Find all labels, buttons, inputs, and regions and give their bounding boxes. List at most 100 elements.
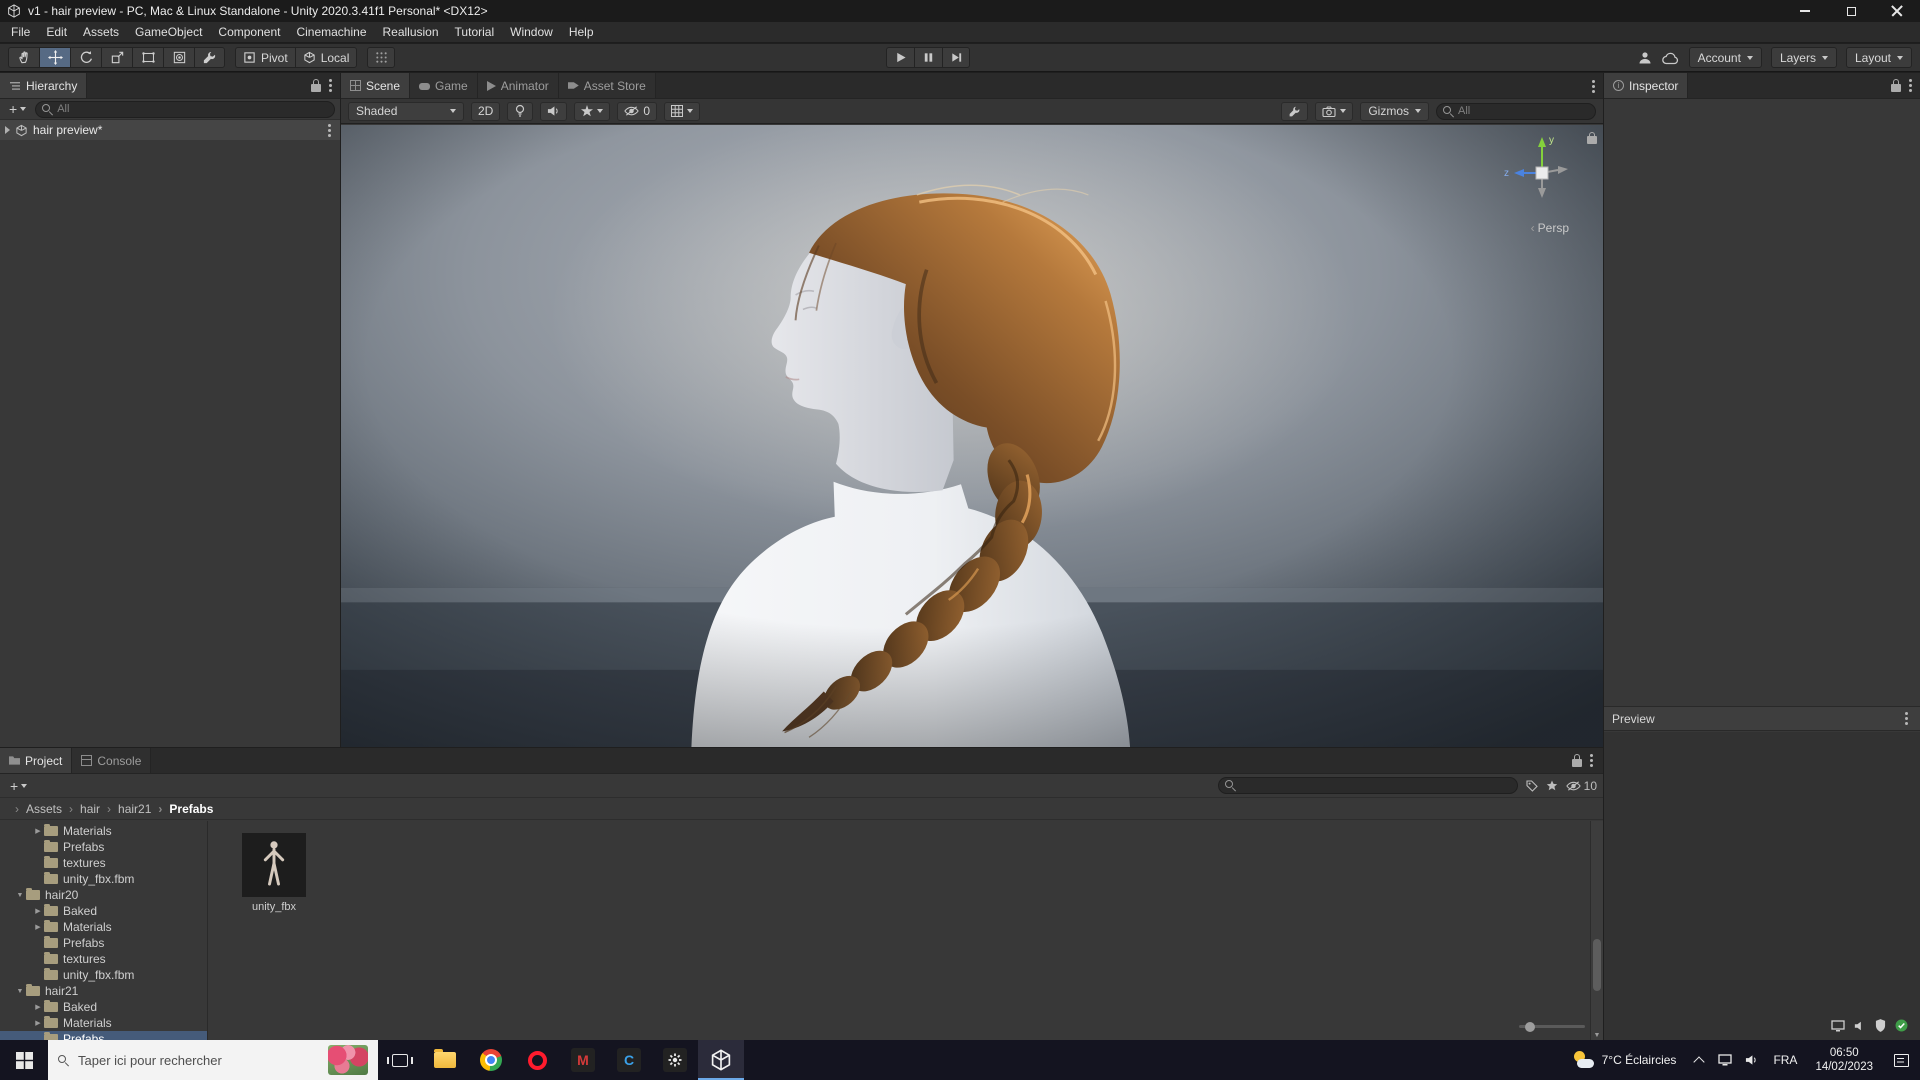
custom-tool-button[interactable] xyxy=(194,47,225,68)
taskbar-app-chrome[interactable] xyxy=(468,1040,514,1080)
menu-item[interactable]: Reallusion xyxy=(375,23,447,41)
tab-hierarchy[interactable]: Hierarchy xyxy=(0,73,88,98)
shield-tray-icon[interactable] xyxy=(1875,1019,1886,1032)
scene-3d-render[interactable] xyxy=(341,125,1603,747)
check-circle-tray-icon[interactable] xyxy=(1895,1019,1908,1032)
hidden-assets-counter[interactable]: 10 xyxy=(1565,779,1597,793)
volume-tray-button[interactable] xyxy=(1738,1040,1764,1080)
breadcrumb-item[interactable]: Prefabs xyxy=(151,802,213,816)
gizmos-dropdown[interactable]: Gizmos xyxy=(1360,101,1429,121)
preview-header[interactable]: Preview xyxy=(1604,706,1920,731)
foldout-arrow[interactable] xyxy=(32,907,44,915)
menu-item[interactable]: Cinemachine xyxy=(288,23,374,41)
view-tab[interactable]: Scene xyxy=(341,73,411,98)
inspector-menu-button[interactable] xyxy=(1905,78,1916,93)
menu-item[interactable]: Edit xyxy=(38,23,75,41)
search-highlight-image[interactable] xyxy=(328,1045,368,1075)
maximize-button[interactable] xyxy=(1828,0,1874,22)
project-tree-item[interactable]: Prefabs xyxy=(0,839,207,855)
project-search-input[interactable] xyxy=(1239,779,1511,792)
taskbar-app-unity-editor[interactable] xyxy=(698,1040,744,1080)
project-tree-item[interactable]: Prefabs xyxy=(0,935,207,951)
layout-dropdown[interactable]: Layout xyxy=(1845,47,1912,68)
scene-viewport[interactable]: y z Persp xyxy=(341,125,1603,747)
project-tree-item[interactable]: Materials xyxy=(0,1015,207,1031)
foldout-arrow[interactable] xyxy=(32,923,44,931)
monitor-tray-icon[interactable] xyxy=(1831,1019,1845,1032)
account-dropdown[interactable]: Account xyxy=(1688,47,1762,68)
view-tab[interactable]: Game xyxy=(410,73,478,98)
projection-toggle[interactable]: Persp xyxy=(1531,221,1569,235)
show-hidden-icons-button[interactable] xyxy=(1686,1040,1712,1080)
foldout-arrow[interactable] xyxy=(32,1019,44,1027)
network-tray-button[interactable] xyxy=(1712,1040,1738,1080)
grid-visibility-dropdown[interactable] xyxy=(664,101,701,121)
close-button[interactable] xyxy=(1874,0,1920,22)
asset-thumbnail[interactable] xyxy=(242,833,306,897)
project-tree-item[interactable]: unity_fbx.fbm xyxy=(0,967,207,983)
menu-item[interactable]: Window xyxy=(502,23,561,41)
hierarchy-search[interactable] xyxy=(35,100,335,118)
action-center-button[interactable] xyxy=(1882,1040,1920,1080)
taskbar-app-opera[interactable] xyxy=(514,1040,560,1080)
audio-toggle[interactable] xyxy=(540,101,568,121)
task-view-button[interactable] xyxy=(378,1040,422,1080)
minimize-button[interactable] xyxy=(1782,0,1828,22)
hidden-objects-toggle[interactable]: 0 xyxy=(617,101,658,121)
scene-search[interactable] xyxy=(1436,102,1596,120)
panel-menu-button[interactable] xyxy=(325,78,336,93)
foldout-arrow[interactable] xyxy=(14,988,26,995)
taskbar-clock[interactable]: 06:50 14/02/2023 xyxy=(1806,1040,1882,1080)
project-tree-item[interactable]: Materials xyxy=(0,823,207,839)
view-tab[interactable]: Console xyxy=(72,748,152,773)
orientation-gizmo[interactable]: y z xyxy=(1497,129,1587,225)
hierarchy-create-button[interactable] xyxy=(5,101,30,117)
grid-snap-button[interactable] xyxy=(367,47,396,68)
favorites-button[interactable] xyxy=(1546,780,1558,792)
project-tree-item[interactable]: textures xyxy=(0,951,207,967)
menu-item[interactable]: Component xyxy=(210,23,288,41)
rect-tool-button[interactable] xyxy=(132,47,163,68)
foldout-arrow[interactable] xyxy=(32,1003,44,1011)
transform-tool-button[interactable] xyxy=(163,47,194,68)
taskbar-app-explorer[interactable] xyxy=(422,1040,468,1080)
preview-menu-button[interactable] xyxy=(1901,711,1912,726)
taskbar-search[interactable] xyxy=(48,1040,378,1080)
scene-panel-menu[interactable] xyxy=(1588,79,1599,94)
rotate-tool-button[interactable] xyxy=(70,47,101,68)
view-tab[interactable]: Animator xyxy=(477,73,559,98)
layers-dropdown[interactable]: Layers xyxy=(1770,47,1837,68)
scene-tools-button[interactable] xyxy=(1281,101,1309,121)
draw-mode-dropdown[interactable]: Shaded xyxy=(348,101,464,121)
move-tool-button[interactable] xyxy=(39,47,70,68)
weather-widget[interactable]: 7°C Éclaircies xyxy=(1563,1040,1687,1080)
scene-search-input[interactable] xyxy=(1458,105,1589,117)
project-tree-item[interactable]: Prefabs xyxy=(0,1031,207,1040)
project-search[interactable] xyxy=(1217,777,1518,794)
slider-thumb[interactable] xyxy=(1525,1021,1535,1032)
taskbar-app-unity-hub[interactable] xyxy=(652,1040,698,1080)
inspector-lock-icon[interactable] xyxy=(1891,79,1901,92)
project-tree-item[interactable]: unity_fbx.fbm xyxy=(0,871,207,887)
project-menu-button[interactable] xyxy=(1586,753,1597,768)
keyboard-language[interactable]: FRA xyxy=(1764,1040,1806,1080)
asset-item[interactable]: unity_fbx xyxy=(232,833,316,913)
pause-button[interactable] xyxy=(914,47,942,68)
tab-inspector[interactable]: Inspector xyxy=(1604,73,1689,98)
project-tree-item[interactable]: hair21 xyxy=(0,983,207,999)
speaker-tray-icon[interactable] xyxy=(1854,1020,1866,1032)
project-tree-item[interactable]: textures xyxy=(0,855,207,871)
scene-row-menu[interactable] xyxy=(324,123,335,138)
cloud-button[interactable] xyxy=(1661,51,1680,65)
thumbnail-size-slider[interactable] xyxy=(1519,1021,1585,1032)
pivot-toggle[interactable]: Pivot xyxy=(235,47,295,68)
project-content-area[interactable]: unity_fbx xyxy=(208,821,1603,1040)
view-tab[interactable]: Asset Store xyxy=(558,73,656,98)
menu-item[interactable]: File xyxy=(3,23,38,41)
taskbar-search-input[interactable] xyxy=(78,1052,319,1068)
2d-toggle[interactable]: 2D xyxy=(471,101,501,121)
project-lock-icon[interactable] xyxy=(1572,754,1582,767)
lock-icon[interactable] xyxy=(311,79,321,92)
play-button[interactable] xyxy=(886,47,914,68)
start-button[interactable] xyxy=(0,1040,48,1080)
